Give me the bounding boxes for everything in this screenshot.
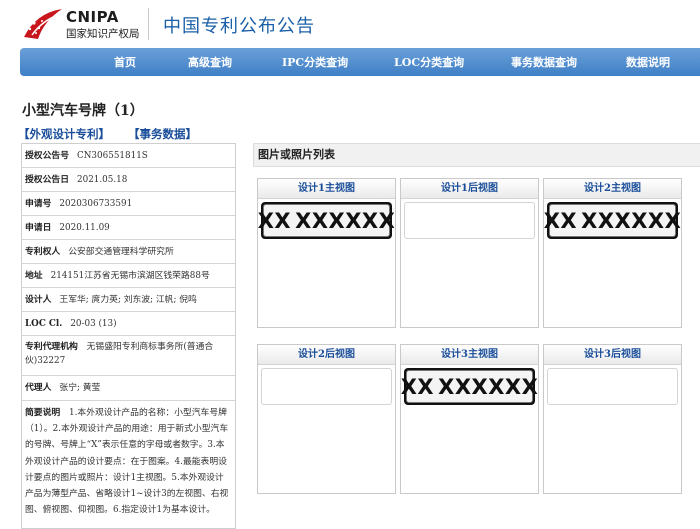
nav-advanced-search[interactable]: 高级查询 [188,54,232,70]
row-agency: 专利代理机构 无锡盛阳专利商标事务所(普通合伙)32227 [22,336,235,376]
header-divider [148,8,149,40]
image-card-design2-rear[interactable]: 设计2后视图 [257,344,396,494]
app-date-value: 2020.11.09 [59,222,110,233]
row-app-date: 申请日 2020.11.09 [22,216,235,240]
loc-value: 20-03 (13) [70,318,117,329]
patent-info-table: 授权公告号 CN306551811S 授权公告日 2021.05.18 申请号 … [21,143,236,529]
grant-no-value: CN306551811S [77,150,148,161]
main-nav: 首页 高级查询 IPC分类查询 LOC分类查询 事务数据查询 数据说明 [20,48,700,76]
card-label[interactable]: 设计1后视图 [401,179,538,199]
loc-label: LOC Cl. [25,318,63,329]
emblem-icon [24,9,62,39]
card-label[interactable]: 设计3后视图 [544,345,681,365]
row-grant-no: 授权公告号 CN306551811S [22,144,235,168]
row-patentee: 专利权人 公安部交通管理科学研究所 [22,240,235,264]
row-designer: 设计人 王军华; 庹力英; 刘东波; 江帆; 倪鸣 [22,288,235,312]
image-card-design1-rear[interactable]: 设计1后视图 [400,178,539,328]
row-address: 地址 214151江苏省无锡市滨湖区钱荣路88号 [22,264,235,288]
row-grant-date: 授权公告日 2021.05.18 [22,168,235,192]
image-card-design3-front[interactable]: 设计3主视图 XX XXXXXX [400,344,539,494]
row-app-no: 申请号 2020306733591 [22,192,235,216]
row-agent: 代理人 张宁; 黄莹 [22,376,235,401]
app-no-value: 2020306733591 [59,198,133,209]
summary-label: 简要说明 [25,408,61,418]
cnipa-logo[interactable]: CNIPA 国家知识产权局 [22,5,148,43]
nav-loc-search[interactable]: LOC分类查询 [394,54,464,70]
image-card-design1-front[interactable]: 设计1主视图 XX XXXXXX [257,178,396,328]
plate-left-text: XX [400,374,435,399]
blank-plate-image[interactable] [547,368,678,405]
nav-data-description[interactable]: 数据说明 [626,54,670,70]
images-panel-title: 图片或照片列表 [253,143,700,167]
patentee-label: 专利权人 [25,246,61,257]
nav-home[interactable]: 首页 [114,54,136,70]
grant-date-label: 授权公告日 [25,174,69,185]
card-label[interactable]: 设计2主视图 [544,179,681,199]
agent-value: 张宁; 黄莹 [59,383,101,393]
patentee-value: 公安部交通管理科学研究所 [68,246,174,257]
plate-left-text: XX [257,208,292,233]
grant-date-value: 2021.05.18 [77,174,128,185]
summary-value: 1.本外观设计产品的名称：小型汽车号牌（1）。2.本外观设计产品的用途：用于新式… [25,408,229,516]
nav-ipc-search[interactable]: IPC分类查询 [282,54,348,70]
blank-plate-image[interactable] [261,368,392,405]
card-label[interactable]: 设计2后视图 [258,345,395,365]
row-summary: 简要说明 1.本外观设计产品的名称：小型汽车号牌（1）。2.本外观设计产品的用途… [22,401,235,528]
grant-no-label: 授权公告号 [25,150,69,161]
image-card-design3-rear[interactable]: 设计3后视图 [543,344,682,494]
nav-transaction-search[interactable]: 事务数据查询 [511,54,577,70]
blank-plate-image[interactable] [404,202,535,239]
tab-transaction-data[interactable]: 【事务数据】 [128,126,197,142]
row-loc: LOC Cl. 20-03 (13) [22,312,235,336]
agency-label: 专利代理机构 [25,342,78,352]
site-title: 中国专利公布公告 [163,16,315,37]
address-value: 214151江苏省无锡市滨湖区钱荣路88号 [50,270,210,281]
designer-label: 设计人 [25,294,52,305]
card-label[interactable]: 设计1主视图 [258,179,395,199]
license-plate-image[interactable]: XX XXXXXX [400,368,539,405]
plate-right-text: XXXXXX [295,208,396,233]
designer-value: 王军华; 庹力英; 刘东波; 江帆; 倪鸣 [59,294,197,305]
plate-left-text: XX [543,208,578,233]
page-title: 小型汽车号牌（1） [22,103,144,119]
plate-right-text: XXXXXX [581,208,682,233]
image-card-design2-front[interactable]: 设计2主视图 XX XXXXXX [543,178,682,328]
plate-right-text: XXXXXX [438,374,539,399]
address-label: 地址 [25,270,43,281]
app-no-label: 申请号 [25,198,52,209]
tab-design-patent[interactable]: 【外观设计专利】 [18,126,110,142]
license-plate-image[interactable]: XX XXXXXX [257,202,396,239]
logo-text: CNIPA [66,8,119,26]
card-label[interactable]: 设计3主视图 [401,345,538,365]
agent-label: 代理人 [25,383,52,393]
license-plate-image[interactable]: XX XXXXXX [543,202,682,239]
logo-subtitle: 国家知识产权局 [66,28,140,40]
site-header: CNIPA 国家知识产权局 中国专利公布公告 [0,0,700,48]
app-date-label: 申请日 [25,222,52,233]
